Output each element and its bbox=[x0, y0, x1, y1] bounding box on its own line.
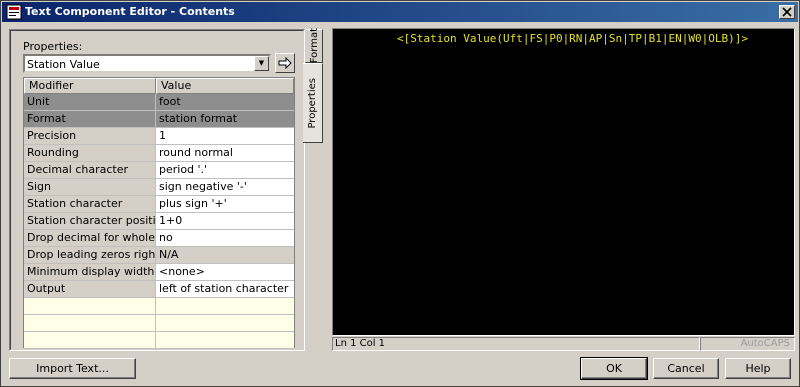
properties-panel: Properties: Station Value ▼ Modifier Val… bbox=[9, 29, 305, 351]
value-cell[interactable]: no bbox=[156, 230, 294, 246]
empty-row bbox=[24, 298, 294, 315]
tab-properties[interactable]: Properties bbox=[303, 63, 323, 143]
value-cell[interactable]: N/A bbox=[156, 247, 294, 263]
status-bar: Ln 1 Col 1 AutoCAPS bbox=[332, 337, 795, 351]
empty-row bbox=[24, 315, 294, 332]
table-row[interactable]: Decimal character period '.' bbox=[24, 162, 294, 179]
modifier-grid: Modifier Value Unit foot Format station … bbox=[23, 77, 295, 349]
table-row[interactable]: Drop leading zeros right of sta N/A bbox=[24, 247, 294, 264]
value-cell[interactable]: sign negative '-' bbox=[156, 179, 294, 195]
column-header-value[interactable]: Value bbox=[156, 78, 294, 94]
text-component-editor-window: Text Component Editor - Contents Propert… bbox=[0, 0, 800, 387]
value-cell[interactable]: plus sign '+' bbox=[156, 196, 294, 212]
modifier-cell: Format bbox=[24, 111, 156, 127]
table-row[interactable]: Sign sign negative '-' bbox=[24, 179, 294, 196]
editor-content[interactable]: <[Station Value(Uft|FS|P0|RN|AP|Sn|TP|B1… bbox=[397, 32, 748, 45]
tab-format[interactable]: Format bbox=[305, 28, 323, 64]
properties-label: Properties: bbox=[23, 40, 83, 53]
modifier-cell: Sign bbox=[24, 179, 156, 195]
tab-format-label: Format bbox=[308, 28, 320, 64]
app-icon bbox=[6, 4, 22, 20]
value-cell[interactable]: <none> bbox=[156, 264, 294, 280]
table-row[interactable]: Station character plus sign '+' bbox=[24, 196, 294, 213]
value-cell[interactable]: 1 bbox=[156, 128, 294, 144]
modifier-cell: Decimal character bbox=[24, 162, 156, 178]
value-cell[interactable]: station format bbox=[156, 111, 294, 127]
column-header-modifier[interactable]: Modifier bbox=[24, 78, 156, 94]
modifier-cell: Unit bbox=[24, 94, 156, 110]
value-cell[interactable]: period '.' bbox=[156, 162, 294, 178]
table-row[interactable]: Drop decimal for whole numbe no bbox=[24, 230, 294, 247]
modifier-cell: Drop leading zeros right of sta bbox=[24, 247, 156, 263]
table-row[interactable]: Format station format bbox=[24, 111, 294, 128]
value-cell[interactable]: left of station character bbox=[156, 281, 294, 297]
properties-dropdown-value: Station Value bbox=[27, 58, 100, 71]
cancel-button[interactable]: Cancel bbox=[653, 358, 719, 379]
modifier-cell: Station character position bbox=[24, 213, 156, 229]
empty-row bbox=[24, 332, 294, 349]
text-editor[interactable]: <[Station Value(Uft|FS|P0|RN|AP|Sn|TP|B1… bbox=[332, 28, 795, 336]
properties-dropdown[interactable]: Station Value ▼ bbox=[23, 54, 271, 73]
table-row[interactable]: Precision 1 bbox=[24, 128, 294, 145]
close-button[interactable] bbox=[779, 5, 795, 19]
window-title: Text Component Editor - Contents bbox=[25, 5, 235, 18]
cursor-position: Ln 1 Col 1 bbox=[332, 337, 700, 351]
dropdown-arrow-icon[interactable]: ▼ bbox=[254, 56, 269, 71]
table-row[interactable]: Station character position 1+0 bbox=[24, 213, 294, 230]
close-icon bbox=[782, 7, 792, 17]
table-row[interactable]: Rounding round normal bbox=[24, 145, 294, 162]
modifier-cell: Station character bbox=[24, 196, 156, 212]
brand-label: AutoCAPS bbox=[700, 337, 795, 351]
tab-properties-label: Properties bbox=[307, 77, 318, 129]
table-row[interactable]: Minimum display width <none> bbox=[24, 264, 294, 281]
value-cell[interactable]: 1+0 bbox=[156, 213, 294, 229]
modifier-cell: Output bbox=[24, 281, 156, 297]
modifier-cell: Drop decimal for whole numbe bbox=[24, 230, 156, 246]
insert-property-button[interactable] bbox=[275, 53, 295, 73]
modifier-cell: Rounding bbox=[24, 145, 156, 161]
grid-header: Modifier Value bbox=[24, 78, 294, 94]
value-cell[interactable]: round normal bbox=[156, 145, 294, 161]
table-row[interactable]: Output left of station character bbox=[24, 281, 294, 298]
help-button[interactable]: Help bbox=[725, 358, 791, 379]
modifier-cell: Precision bbox=[24, 128, 156, 144]
title-bar[interactable]: Text Component Editor - Contents bbox=[2, 2, 798, 22]
table-row[interactable]: Unit foot bbox=[24, 94, 294, 111]
import-text-button[interactable]: Import Text... bbox=[9, 358, 136, 379]
arrow-right-icon bbox=[278, 57, 292, 69]
ok-button[interactable]: OK bbox=[580, 357, 648, 380]
modifier-cell: Minimum display width bbox=[24, 264, 156, 280]
value-cell[interactable]: foot bbox=[156, 94, 294, 110]
